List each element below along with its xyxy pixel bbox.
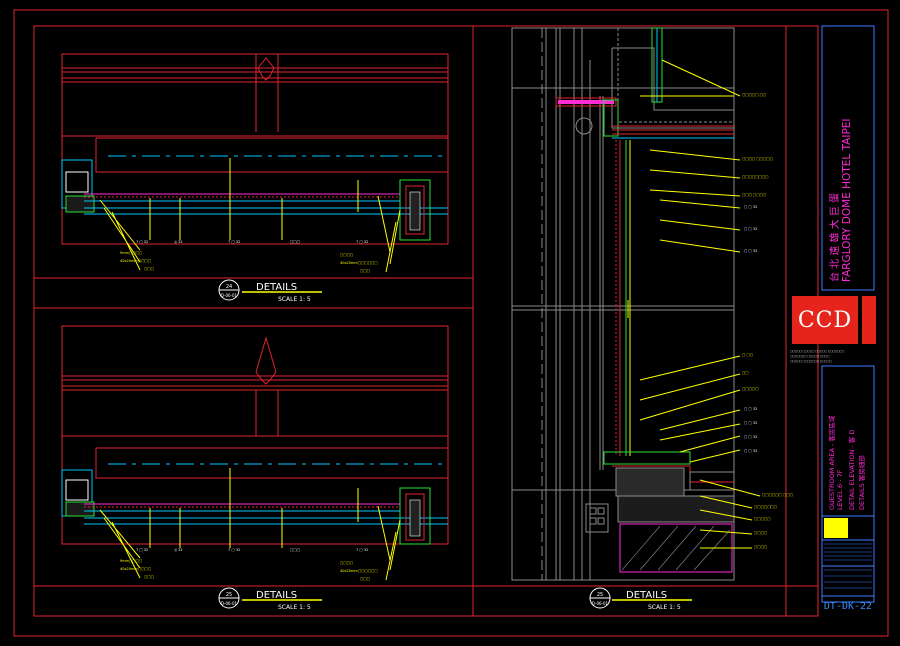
- drawing-category: DETAILS 客房細部: [858, 455, 866, 510]
- svg-text:□□□: □□□: [360, 269, 370, 273]
- ccd-logo-side: [862, 296, 876, 344]
- svg-text:7 □ 32: 7 □ 32: [228, 548, 240, 552]
- svg-text:□□□: □□□: [144, 575, 154, 579]
- detail-section-number: 25: [597, 592, 603, 598]
- svg-text:◎ 32: ◎ 32: [174, 240, 183, 244]
- detail-24-scale: SCALE 1: 5: [278, 296, 311, 303]
- svg-text:9mm□□□□: 9mm□□□□: [120, 251, 142, 255]
- project-name-en: FARGLORY DOME HOTEL TAIPEI: [841, 118, 853, 282]
- svg-text:7 □ 32: 7 □ 32: [356, 240, 368, 244]
- sheet-number: DT-DK-22: [823, 601, 873, 612]
- detail-24-number: 24: [226, 284, 232, 290]
- svg-text:□ □ 32: □ □ 32: [744, 421, 757, 425]
- detail-25-number: 25: [226, 592, 232, 598]
- svg-text:40x20mm□□□□□□: 40x20mm□□□□□□: [340, 261, 378, 265]
- ccd-logo-text: CCD: [797, 307, 853, 333]
- svg-text:□□□□□: □□□□□: [742, 387, 759, 391]
- detail-section-label: 25 D-06-01 DETAILS SCALE 1: 5: [589, 587, 692, 611]
- svg-text:7 □ 32: 7 □ 32: [228, 240, 240, 244]
- detail-25-label: 25 D-06-01 DETAILS SCALE 1: 5: [218, 587, 322, 611]
- svg-text:□□□: □□□: [290, 240, 300, 244]
- detail-24-ref: D-06-01: [221, 293, 238, 298]
- svg-text:9mm□□□□: 9mm□□□□: [120, 559, 142, 563]
- svg-text:□□□□□ □□□□□□□ □□□□□: □□□□□ □□□□□□□ □□□□□: [790, 360, 832, 363]
- detail-24-label: 24 D-06-01 DETAILS SCALE 1: 5: [218, 279, 322, 303]
- svg-text:□□□□ □□□□□: □□□□ □□□□□: [742, 157, 773, 161]
- svg-text:40x20mm□□□□: 40x20mm□□□□: [120, 259, 151, 263]
- svg-text:□ □ 32: □ □ 32: [744, 249, 757, 253]
- svg-text:◎ 32: ◎ 32: [174, 548, 183, 552]
- svg-text:□□□ □□□□: □□□ □□□□: [742, 193, 766, 197]
- svg-text:□□□□□ □□□□□ □□□□□ □□□□□□□: □□□□□ □□□□□ □□□□□ □□□□□□□: [790, 350, 845, 353]
- detail-section-scale: SCALE 1: 5: [648, 604, 681, 611]
- svg-text:□□: □□: [742, 371, 749, 375]
- svg-text:□□□□□ □□: □□□□□ □□: [742, 93, 766, 97]
- drawing-area-title: GUESTROOM AREA - 客房區域: [828, 415, 836, 510]
- svg-text:□□□□: □□□□: [754, 545, 767, 549]
- detail-section-drawing: □□□□□ □□□□□□ □□□□□ □□□□□□□□□□□ □□□□ □ □□…: [511, 27, 793, 581]
- svg-text:□□□□□□□□: □□□□□□□□: [742, 175, 768, 179]
- svg-text:□ □ 32: □ □ 32: [744, 407, 757, 411]
- svg-text:□□□□□□□: □□□□□□□: [754, 505, 777, 509]
- drawing-level: LEVEL 6 - 7F: [836, 469, 844, 510]
- svg-text:□□□□: □□□□: [754, 531, 767, 535]
- svg-text:□ □□: □ □□: [742, 353, 753, 357]
- detail-24-drawing: 7 □ 32 ◎ 32 7 □ 32 □□□ 7 □ 32 9mm□□□□ 40x20…: [61, 53, 449, 273]
- svg-text:□□□□□□□ □□□□□ □□□□: □□□□□□□ □□□□□ □□□□: [790, 355, 830, 358]
- svg-text:□□□□□: □□□□□: [754, 517, 771, 521]
- project-name-cn: 台 北 遠 雄 大 巨 蛋: [830, 192, 841, 282]
- svg-text:□ □ 32: □ □ 32: [744, 449, 757, 453]
- detail-25-scale: SCALE 1: 5: [278, 604, 311, 611]
- drawing-sheet: 7 □ 32 ◎ 32 7 □ 32 □□□ 7 □ 32 9mm□□□□ 40x20…: [13, 9, 889, 637]
- svg-text:□□□: □□□: [290, 548, 300, 552]
- outer-border: [13, 9, 889, 637]
- drawing-type: DETAIL ELEVATION - 客 D: [848, 429, 856, 510]
- svg-text:□□□: □□□: [360, 577, 370, 581]
- svg-text:40x20mm□□□□□□: 40x20mm□□□□□□: [340, 569, 378, 573]
- svg-text:□□□□: □□□□: [340, 253, 353, 257]
- svg-text:□ □ 32: □ □ 32: [744, 205, 757, 209]
- detail-25-drawing: 7 □ 32 ◎ 32 7 □ 32 □□□ 7 □ 32 9mm□□□□ 40x20…: [61, 325, 449, 581]
- ccd-logo: CCD: [792, 296, 858, 344]
- svg-text:7 □ 32: 7 □ 32: [356, 548, 368, 552]
- inner-border: [33, 25, 819, 617]
- svg-text:□□□□□□ □□□: □□□□□□ □□□: [762, 493, 793, 497]
- detail-section-ref: D-06-01: [592, 601, 609, 606]
- svg-text:7 □ 32: 7 □ 32: [136, 548, 148, 552]
- detail-25-ref: D-06-01: [221, 601, 238, 606]
- svg-text:40x20mm□□□□: 40x20mm□□□□: [120, 567, 151, 571]
- svg-text:□□□□: □□□□: [340, 561, 353, 565]
- svg-text:7 □ 32: 7 □ 32: [136, 240, 148, 244]
- svg-text:□ □ 32: □ □ 32: [744, 227, 757, 231]
- svg-text:□□□: □□□: [144, 267, 154, 271]
- svg-text:□ □ 32: □ □ 32: [744, 435, 757, 439]
